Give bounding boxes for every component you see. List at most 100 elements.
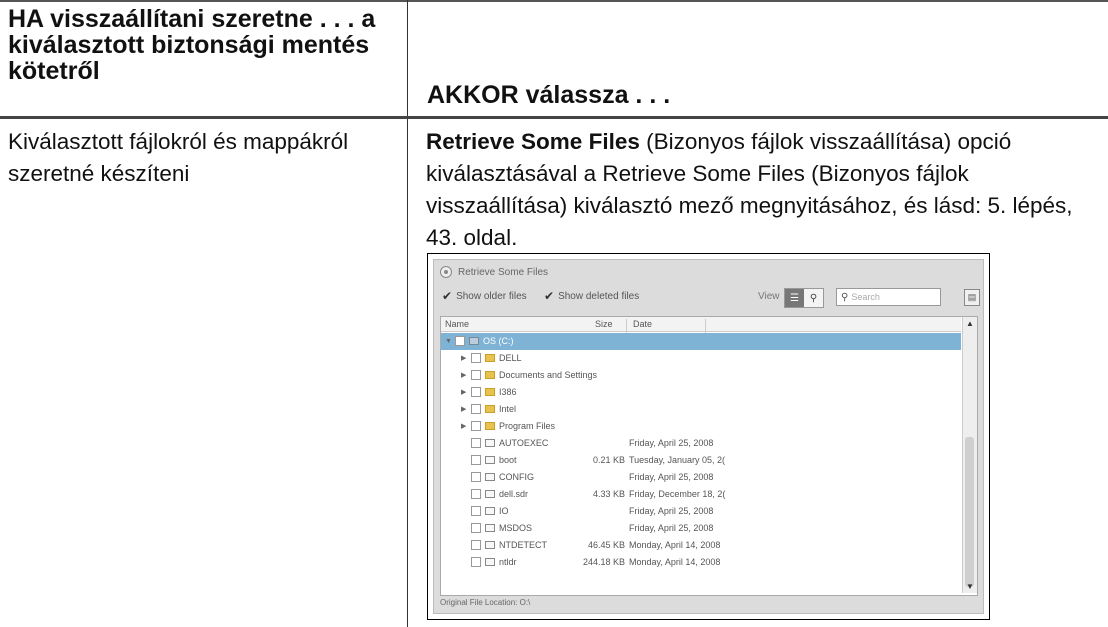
- header-action: AKKOR válassza . . .: [427, 81, 671, 109]
- file-row[interactable]: CONFIG Friday, April 25, 2008: [441, 469, 961, 486]
- row-checkbox[interactable]: [471, 404, 481, 414]
- file-date: Friday, April 25, 2008: [629, 438, 714, 448]
- row-checkbox[interactable]: [471, 557, 481, 567]
- row-checkbox[interactable]: [471, 438, 481, 448]
- scroll-up-icon[interactable]: ▲: [966, 319, 974, 328]
- collapse-icon[interactable]: [440, 266, 452, 278]
- file-name-cell: CONFIG: [471, 472, 534, 482]
- expand-arrow-icon[interactable]: ▶: [461, 371, 467, 379]
- folder-icon: [485, 405, 495, 413]
- file-name: NTDETECT: [499, 540, 547, 550]
- file-row[interactable]: ▶ DELL: [441, 350, 961, 367]
- file-row[interactable]: ▼ OS (C:): [441, 333, 961, 350]
- column-header: Name Size Date: [441, 317, 961, 333]
- file-icon: [485, 439, 495, 447]
- toolbar: ✔ Show older files ✔ Show deleted files …: [440, 288, 980, 308]
- file-name: ntldr: [499, 557, 517, 567]
- folder-icon: [485, 354, 495, 362]
- file-row[interactable]: ▶ Intel: [441, 401, 961, 418]
- file-name: IO: [499, 506, 509, 516]
- file-name: dell.sdr: [499, 489, 529, 499]
- column-size[interactable]: Size: [595, 319, 613, 329]
- file-row[interactable]: dell.sdr 4.33 KB Friday, December 18, 2(: [441, 486, 961, 503]
- file-size: 4.33 KB: [592, 489, 625, 499]
- file-name: Intel: [499, 404, 517, 414]
- expanded-arrow-icon[interactable]: ▼: [445, 338, 452, 345]
- list-view-icon[interactable]: ☰: [785, 289, 804, 307]
- retrieve-some-files-screenshot: Retrieve Some Files ✔ Show older files ✔…: [427, 253, 990, 620]
- show-deleted-checkbox[interactable]: ✔ Show deleted files: [544, 290, 639, 302]
- table-top-rule: [0, 0, 1108, 2]
- file-icon: [485, 524, 495, 532]
- file-date: Friday, April 25, 2008: [629, 472, 714, 482]
- file-name-cell: ▶ Intel: [461, 404, 516, 414]
- column-divider: [407, 0, 408, 627]
- row-checkbox[interactable]: [471, 387, 481, 397]
- expand-arrow-icon[interactable]: ▶: [461, 388, 467, 396]
- scrollbar[interactable]: ▲ ▼: [962, 317, 977, 593]
- file-row[interactable]: ▶ Program Files: [441, 418, 961, 435]
- file-name: Documents and Settings: [499, 370, 598, 380]
- column-name[interactable]: Name: [445, 319, 469, 329]
- file-icon: [485, 507, 495, 515]
- file-row[interactable]: boot 0.21 KB Tuesday, January 05, 2(: [441, 452, 961, 469]
- file-date: Friday, April 25, 2008: [629, 523, 714, 533]
- file-name: MSDOS: [499, 523, 533, 533]
- file-row[interactable]: NTDETECT 46.45 KB Monday, April 14, 2008: [441, 537, 961, 554]
- expand-arrow-icon[interactable]: ▶: [461, 422, 467, 430]
- file-icon: [485, 456, 495, 464]
- search-view-icon[interactable]: ⚲: [804, 289, 823, 307]
- file-name: Program Files: [499, 421, 556, 431]
- file-row[interactable]: ▶ Documents and Settings: [441, 367, 961, 384]
- view-toggle: ☰ ⚲: [784, 288, 824, 308]
- file-row[interactable]: MSDOS Friday, April 25, 2008: [441, 520, 961, 537]
- file-size: 0.21 KB: [592, 455, 625, 465]
- file-date: Monday, April 14, 2008: [629, 557, 721, 567]
- file-date: Friday, April 25, 2008: [629, 506, 714, 516]
- expand-arrow-icon[interactable]: ▶: [461, 405, 467, 413]
- row-checkbox[interactable]: [455, 336, 465, 346]
- file-name-cell: AUTOEXEC: [471, 438, 548, 448]
- header-rule: [0, 116, 1108, 119]
- file-row[interactable]: ntldr 244.18 KB Monday, April 14, 2008: [441, 554, 961, 571]
- search-icon: ⚲: [841, 291, 849, 303]
- file-name: CONFIG: [499, 472, 534, 482]
- file-name-cell: ▶ Documents and Settings: [461, 370, 597, 380]
- file-date: Tuesday, January 05, 2(: [629, 455, 726, 465]
- panel-title-text: Retrieve Some Files: [458, 266, 549, 278]
- row-checkbox[interactable]: [471, 506, 481, 516]
- file-icon: [485, 541, 495, 549]
- row-checkbox[interactable]: [471, 455, 481, 465]
- file-row[interactable]: IO Friday, April 25, 2008: [441, 503, 961, 520]
- file-name-cell: ntldr: [471, 557, 517, 567]
- file-name-cell: dell.sdr: [471, 489, 528, 499]
- file-size: 46.45 KB: [587, 540, 625, 550]
- row-checkbox[interactable]: [471, 489, 481, 499]
- options-button[interactable]: ▤: [964, 289, 980, 306]
- show-older-checkbox[interactable]: ✔ Show older files: [442, 290, 527, 302]
- scroll-thumb[interactable]: [965, 437, 974, 587]
- row-checkbox[interactable]: [471, 472, 481, 482]
- search-input[interactable]: ⚲ Search: [836, 288, 941, 306]
- file-list: Name Size Date ▼ OS (C:) ▶ DELL ▶ Documents a…: [440, 316, 978, 596]
- folder-icon: [485, 388, 495, 396]
- file-name-cell: ▶ DELL: [461, 353, 522, 363]
- column-date[interactable]: Date: [633, 319, 652, 329]
- column-separator: [705, 319, 706, 333]
- scroll-down-icon[interactable]: ▼: [966, 582, 974, 591]
- file-name: DELL: [499, 353, 522, 363]
- file-name: boot: [499, 455, 517, 465]
- row-checkbox[interactable]: [471, 353, 481, 363]
- expand-arrow-icon[interactable]: ▶: [461, 354, 467, 362]
- original-location: Original File Location: O:\: [440, 598, 531, 607]
- row-checkbox[interactable]: [471, 523, 481, 533]
- row-checkbox[interactable]: [471, 421, 481, 431]
- row-checkbox[interactable]: [471, 370, 481, 380]
- file-row[interactable]: ▶ I386: [441, 384, 961, 401]
- file-icon: [485, 490, 495, 498]
- folder-icon: [485, 371, 495, 379]
- file-row[interactable]: AUTOEXEC Friday, April 25, 2008: [441, 435, 961, 452]
- file-name-cell: NTDETECT: [471, 540, 547, 550]
- action-cell: Retrieve Some Files (Bizonyos fájlok vis…: [426, 126, 1101, 254]
- row-checkbox[interactable]: [471, 540, 481, 550]
